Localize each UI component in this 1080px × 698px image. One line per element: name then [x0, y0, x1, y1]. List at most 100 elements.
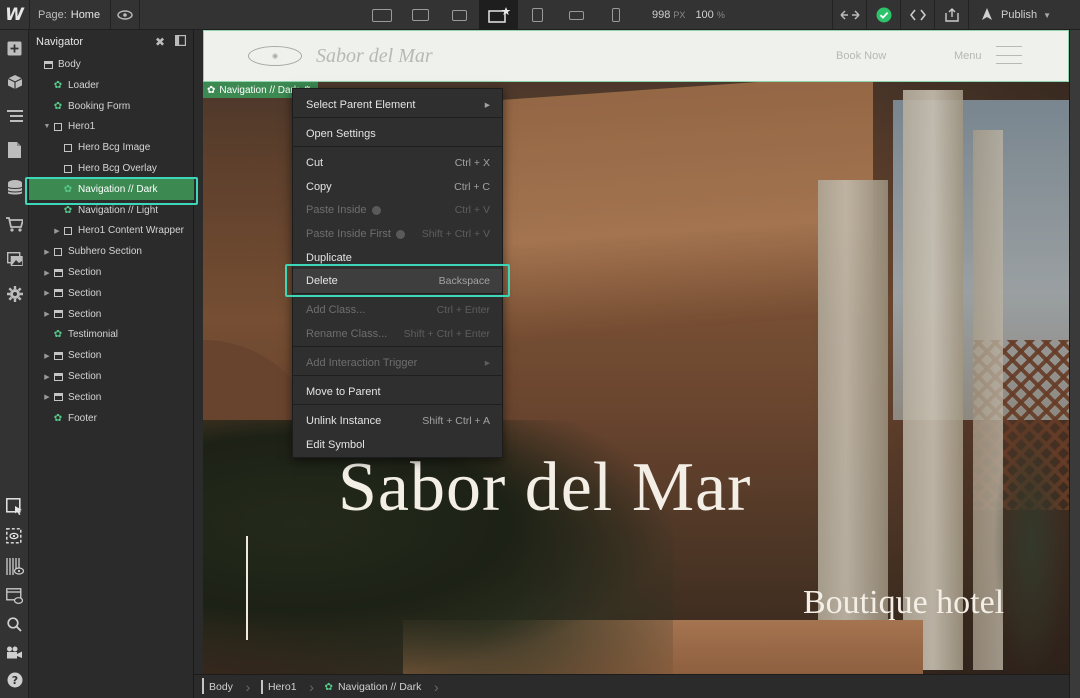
context-menu-item-label: Paste Inside	[306, 204, 367, 216]
context-menu-item-label: Rename Class...	[306, 328, 388, 340]
navigator-item[interactable]: ▶ Hero1 Content Wrapper	[29, 220, 194, 241]
navigator-item[interactable]: ▼ Hero1	[29, 116, 194, 137]
collapse-all-icon[interactable]: ✖	[155, 35, 165, 49]
hero-title[interactable]: Sabor del Mar	[338, 448, 751, 528]
breakpoint-tablet-icon[interactable]	[518, 0, 557, 30]
preview-eye-icon[interactable]	[110, 0, 140, 30]
viewport-width[interactable]: 998	[652, 9, 670, 21]
navigator-item[interactable]: ▶ Section	[29, 387, 194, 408]
preview-mode-icon[interactable]	[0, 522, 29, 550]
site-logo-eye-icon[interactable]: ◉	[248, 46, 302, 66]
context-menu-shortcut: Shift + Ctrl + Enter	[403, 328, 490, 340]
components-icon[interactable]	[0, 68, 29, 96]
site-navigation-dark[interactable]: ◉ Sabor del Mar Book Now Menu	[203, 30, 1069, 82]
chevron-down-icon[interactable]: ▼	[43, 123, 51, 130]
chevron-right-icon[interactable]: ▶	[43, 310, 51, 318]
grid-overlay-icon[interactable]	[0, 552, 29, 580]
navigator-item[interactable]: ✿ Loader	[29, 75, 194, 96]
context-menu-shortcut: Shift + Ctrl + A	[422, 415, 490, 427]
audit-panel-icon[interactable]	[0, 582, 29, 610]
breadcrumb-separator-icon: ›	[245, 678, 251, 695]
site-book-now-link[interactable]: Book Now	[836, 50, 886, 62]
publish-button[interactable]: Publish ▼	[968, 0, 1061, 30]
navigator-item[interactable]: Hero Bcg Image	[29, 137, 194, 158]
context-menu-item[interactable]: Open Settings	[293, 122, 502, 146]
undo-redo-icon[interactable]	[832, 0, 866, 30]
chevron-right-icon[interactable]: ▶	[43, 373, 51, 381]
help-icon[interactable]: ?	[0, 666, 29, 694]
context-menu-item[interactable]: Select Parent Element ▸	[293, 93, 502, 117]
section-icon	[51, 286, 65, 300]
delete-item-highlight	[285, 264, 510, 297]
breadcrumb-item[interactable]: ✿ Navigation // Dark	[325, 681, 432, 693]
navigator-item[interactable]: ✿ Testimonial	[29, 324, 194, 345]
navigator-item[interactable]: Hero Bcg Overlay	[29, 158, 194, 179]
assets-icon[interactable]	[0, 245, 29, 273]
site-menu-label[interactable]: Menu	[954, 50, 982, 62]
site-brand[interactable]: Sabor del Mar	[316, 45, 433, 68]
hero-subtitle[interactable]: Boutique hotel	[803, 584, 1004, 622]
context-menu-item[interactable]: Cut Ctrl + X	[293, 151, 502, 175]
chevron-right-icon[interactable]: ▶	[43, 248, 51, 256]
breadcrumb-label: Body	[209, 680, 233, 693]
zoom-level[interactable]: 100	[695, 9, 713, 21]
webflow-designer: W Page: Home 998 PX 100 % Publish ▼ ? Na…	[0, 0, 1080, 698]
chevron-right-icon[interactable]: ▶	[43, 269, 51, 277]
breakpoint-selector	[362, 0, 635, 30]
breadcrumb-item[interactable]: Hero1	[260, 679, 307, 694]
breakpoint-desktop-icon[interactable]	[440, 0, 479, 30]
webflow-logo-icon[interactable]: W	[0, 0, 30, 30]
video-tutorial-icon[interactable]	[0, 638, 29, 666]
chevron-right-icon[interactable]: ▶	[53, 227, 61, 235]
navigator-item[interactable]: ✿ Footer	[29, 408, 194, 429]
pages-icon[interactable]	[0, 136, 29, 164]
navigator-item-label: Subhero Section	[68, 246, 142, 258]
navigator-item[interactable]: ▶ Section	[29, 304, 194, 325]
breakpoint-mobile-landscape-icon[interactable]	[557, 0, 596, 30]
chevron-down-icon: ▼	[1043, 10, 1051, 20]
div-block-icon	[260, 679, 263, 694]
context-menu-item[interactable]: Unlink Instance Shift + Ctrl + A	[293, 409, 502, 433]
context-menu-divider	[293, 375, 502, 376]
navigator-item-label: Booking Form	[68, 100, 131, 112]
navigator-item[interactable]: ▶ Section	[29, 262, 194, 283]
site-hamburger-icon[interactable]	[996, 46, 1022, 64]
select-element-icon[interactable]	[0, 492, 29, 520]
navigator-icon[interactable]	[0, 102, 29, 130]
context-menu-divider	[293, 117, 502, 118]
navigator-header: Navigator ✖	[29, 30, 194, 54]
navigator-item[interactable]: ▶ Section	[29, 283, 194, 304]
saved-check-icon[interactable]	[866, 0, 900, 30]
navigator-panel: Navigator ✖ Body ✿ Loader ✿ Booking Form ▼ Her…	[29, 30, 194, 698]
code-icon[interactable]	[900, 0, 934, 30]
dock-panel-icon[interactable]	[175, 35, 187, 49]
ecommerce-icon[interactable]	[0, 210, 29, 238]
breadcrumb-item[interactable]: Body	[202, 677, 243, 694]
context-menu-item: Add Interaction Trigger ▸	[293, 351, 502, 375]
settings-gear-icon[interactable]	[0, 280, 29, 308]
breakpoint-base-desktop-icon[interactable]	[479, 0, 518, 30]
breakpoint-mobile-portrait-icon[interactable]	[596, 0, 635, 30]
search-icon[interactable]	[0, 610, 29, 638]
context-menu-divider	[293, 146, 502, 147]
context-menu-item[interactable]: Edit Symbol	[293, 433, 502, 457]
navigator-item-label: Hero Bcg Overlay	[78, 163, 157, 174]
export-icon[interactable]	[934, 0, 968, 30]
navigator-item[interactable]: ▶ Subhero Section	[29, 241, 194, 262]
chevron-right-icon[interactable]: ▶	[43, 352, 51, 360]
chevron-right-icon[interactable]: ▶	[43, 393, 51, 401]
breakpoint-desktop-lg-icon[interactable]	[401, 0, 440, 30]
navigator-item[interactable]: ▶ Section	[29, 366, 194, 387]
rocket-icon	[982, 8, 992, 20]
context-menu-item[interactable]: Move to Parent	[293, 380, 502, 404]
page-selector[interactable]: Page: Home	[38, 0, 100, 30]
navigator-item[interactable]: Body	[29, 54, 194, 75]
context-menu-item[interactable]: Copy Ctrl + C	[293, 175, 502, 199]
navigator-item[interactable]: ▶ Section	[29, 345, 194, 366]
breakpoint-desktop-xl-icon[interactable]	[362, 0, 401, 30]
add-icon[interactable]	[0, 34, 29, 62]
navigator-item-label: Hero1	[68, 121, 96, 133]
section-icon	[51, 390, 65, 404]
chevron-right-icon[interactable]: ▶	[43, 289, 51, 297]
navigator-item[interactable]: ✿ Booking Form	[29, 96, 194, 117]
